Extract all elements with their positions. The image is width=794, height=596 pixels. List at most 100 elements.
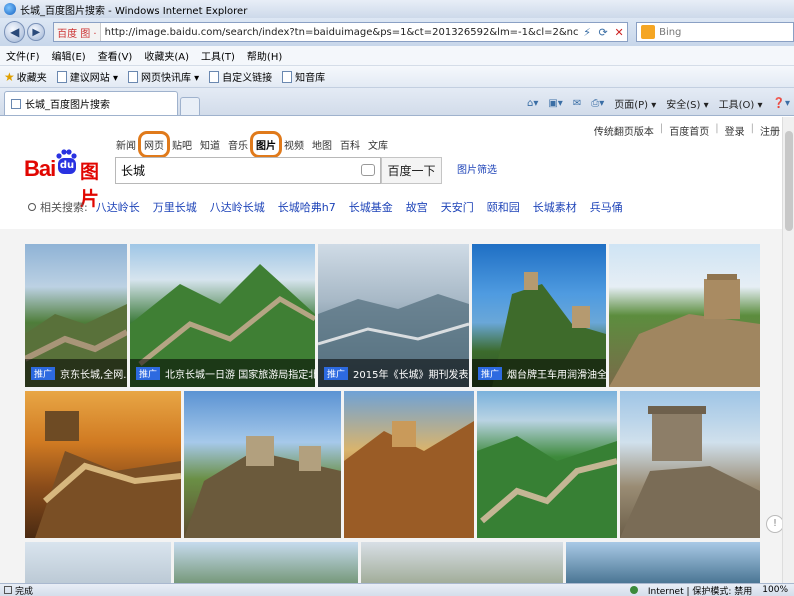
separator: |: [659, 123, 664, 134]
mail-icon[interactable]: ✉: [573, 98, 581, 109]
wall-illustration: [344, 421, 474, 538]
bing-search-box[interactable]: Bing: [636, 22, 794, 42]
fav-item-zhiyin[interactable]: 知音库: [282, 69, 325, 84]
related-item[interactable]: 八达岭长城: [210, 199, 265, 215]
nav-tab-music[interactable]: 音乐: [228, 137, 248, 152]
related-item[interactable]: 兵马俑: [590, 199, 623, 215]
logo-du: du: [58, 158, 76, 174]
refresh-icon[interactable]: ⟳: [595, 26, 611, 39]
safety-menu-button[interactable]: 安全(S) ▾: [666, 96, 708, 111]
related-item[interactable]: 长城哈弗h7: [278, 199, 336, 215]
ad-badge: 推广: [31, 366, 56, 380]
menu-edit[interactable]: 编辑(E): [52, 48, 86, 63]
fav-item-webslice[interactable]: 网页快讯库 ▾: [127, 69, 200, 84]
image-result-5[interactable]: [609, 244, 760, 387]
print-icon[interactable]: ⎙▾: [591, 98, 604, 109]
image-result-9[interactable]: [477, 391, 617, 538]
nav-tab-images[interactable]: 图片: [250, 131, 282, 158]
separator: |: [715, 123, 719, 134]
menu-favorites[interactable]: 收藏夹(A): [144, 48, 189, 63]
nav-tab-web[interactable]: 网页: [138, 131, 170, 158]
tools-menu-button[interactable]: 工具(O) ▾: [719, 96, 763, 111]
image-result-12[interactable]: [174, 542, 358, 583]
zone-text[interactable]: Internet | 保护模式: 禁用: [648, 584, 752, 596]
internet-zone-icon: [629, 586, 638, 594]
related-item[interactable]: 长城素材: [533, 199, 577, 215]
command-bar: ⌂▾ ▣▾ ✉ ⎙▾ 页面(P) ▾ 安全(S) ▾ 工具(O) ▾ ❓▾: [517, 91, 794, 115]
nav-tab-wenku[interactable]: 文库: [368, 137, 388, 152]
image-result-3[interactable]: 推广 2015年《长城》期刊发表-1...: [318, 244, 469, 387]
star-icon: ★: [4, 69, 15, 84]
address-toolbar: ◀ ▶ 百度 图 · http://image.baidu.com/search…: [0, 18, 794, 46]
nav-tab-news[interactable]: 新闻: [116, 137, 136, 152]
stop-icon[interactable]: ✕: [611, 26, 627, 39]
fav-item-label: 自定义链接: [222, 73, 273, 84]
status-done: 完成: [4, 584, 33, 596]
image-result-4[interactable]: 推广 烟台牌王车用润滑油全...: [472, 244, 606, 387]
tab-row: 长城_百度图片搜索 ⌂▾ ▣▾ ✉ ⎙▾ 页面(P) ▾ 安全(S) ▾ 工具(…: [0, 88, 794, 116]
search-button[interactable]: 百度一下: [381, 157, 442, 184]
menu-file[interactable]: 文件(F): [6, 48, 40, 63]
page-icon: [56, 70, 67, 83]
fav-item-suggested[interactable]: 建议网站 ▾: [56, 69, 118, 84]
image-result-6[interactable]: [25, 391, 181, 538]
link-login[interactable]: 登录: [725, 123, 745, 138]
link-baidu-home[interactable]: 百度首页: [669, 123, 709, 138]
menu-help[interactable]: 帮助(H): [247, 48, 282, 63]
url-text[interactable]: http://image.baidu.com/search/index?tn=b…: [101, 27, 579, 38]
image-caption: 推广 烟台牌王车用润滑油全...: [472, 359, 606, 387]
link-register[interactable]: 注册: [760, 123, 780, 138]
favorites-bar: ★ 收藏夹 建议网站 ▾ 网页快讯库 ▾ 自定义链接 知音库: [0, 66, 794, 88]
page-menu-button[interactable]: 页面(P) ▾: [614, 96, 656, 111]
new-tab-button[interactable]: [180, 97, 200, 115]
forward-button[interactable]: ▶: [27, 23, 46, 41]
related-label: 相关搜索:: [40, 201, 88, 214]
fav-item-label: 网页快讯库 ▾: [140, 73, 200, 84]
fav-item-custom-links[interactable]: 自定义链接: [209, 69, 272, 84]
address-bar[interactable]: 百度 图 · http://image.baidu.com/search/ind…: [53, 22, 629, 42]
tab-favicon: [11, 98, 21, 109]
nav-tab-video[interactable]: 视频: [284, 137, 304, 152]
image-result-11[interactable]: [25, 542, 171, 583]
tab-active[interactable]: 长城_百度图片搜索: [4, 91, 178, 115]
vertical-scrollbar[interactable]: [782, 117, 794, 583]
favorites-button[interactable]: ★ 收藏夹: [4, 69, 47, 85]
camera-icon[interactable]: [361, 164, 375, 176]
feeds-icon[interactable]: ▣▾: [548, 98, 562, 109]
related-item[interactable]: 天安门: [441, 199, 474, 215]
menu-tools[interactable]: 工具(T): [201, 48, 235, 63]
image-result-2[interactable]: 推广 北京长城一日游 国家旅游局指定北京长...: [130, 244, 315, 387]
nav-tab-map[interactable]: 地图: [312, 137, 332, 152]
baidu-image-logo[interactable]: Bai du 图片: [24, 141, 110, 210]
related-item[interactable]: 八达岭长: [96, 199, 140, 215]
top-links: 传统翻页版本 | 百度首页 | 登录 | 注册: [594, 123, 780, 138]
image-result-10[interactable]: [620, 391, 760, 538]
back-button[interactable]: ◀: [4, 21, 26, 43]
caption-text: 京东长城,全网...: [60, 369, 127, 381]
search-input[interactable]: 长城: [115, 157, 381, 184]
related-item[interactable]: 颐和园: [487, 199, 520, 215]
image-result-8[interactable]: [344, 391, 474, 538]
related-searches: 相关搜索: 八达岭长 万里长城 八达岭长城 长城哈弗h7 长城基金 故宫 天安门…: [28, 199, 636, 215]
zoom-level[interactable]: 100%: [762, 585, 788, 595]
link-classic-paging[interactable]: 传统翻页版本: [594, 123, 654, 138]
status-right: Internet | 保护模式: 禁用 100%: [629, 584, 794, 596]
status-bar: 完成 Internet | 保护模式: 禁用 100%: [0, 583, 794, 596]
ad-badge: 推广: [478, 366, 503, 380]
image-result-14[interactable]: [566, 542, 760, 583]
scrollbar-thumb[interactable]: [785, 131, 793, 231]
related-item[interactable]: 故宫: [406, 199, 428, 215]
related-item[interactable]: 万里长城: [153, 199, 197, 215]
help-icon[interactable]: ❓▾: [773, 98, 790, 109]
image-result-1[interactable]: 推广 京东长城,全网...: [25, 244, 127, 387]
nav-tab-baike[interactable]: 百科: [340, 137, 360, 152]
compat-view-icon[interactable]: ⚡: [579, 26, 595, 39]
image-result-13[interactable]: [361, 542, 563, 583]
image-result-7[interactable]: [184, 391, 341, 538]
nav-tab-tieba[interactable]: 贴吧: [172, 137, 192, 152]
nav-tab-zhidao[interactable]: 知道: [200, 137, 220, 152]
home-icon[interactable]: ⌂▾: [527, 98, 538, 109]
image-filter-link[interactable]: 图片筛选: [457, 161, 497, 176]
related-item[interactable]: 长城基金: [349, 199, 393, 215]
menu-view[interactable]: 查看(V): [98, 48, 133, 63]
